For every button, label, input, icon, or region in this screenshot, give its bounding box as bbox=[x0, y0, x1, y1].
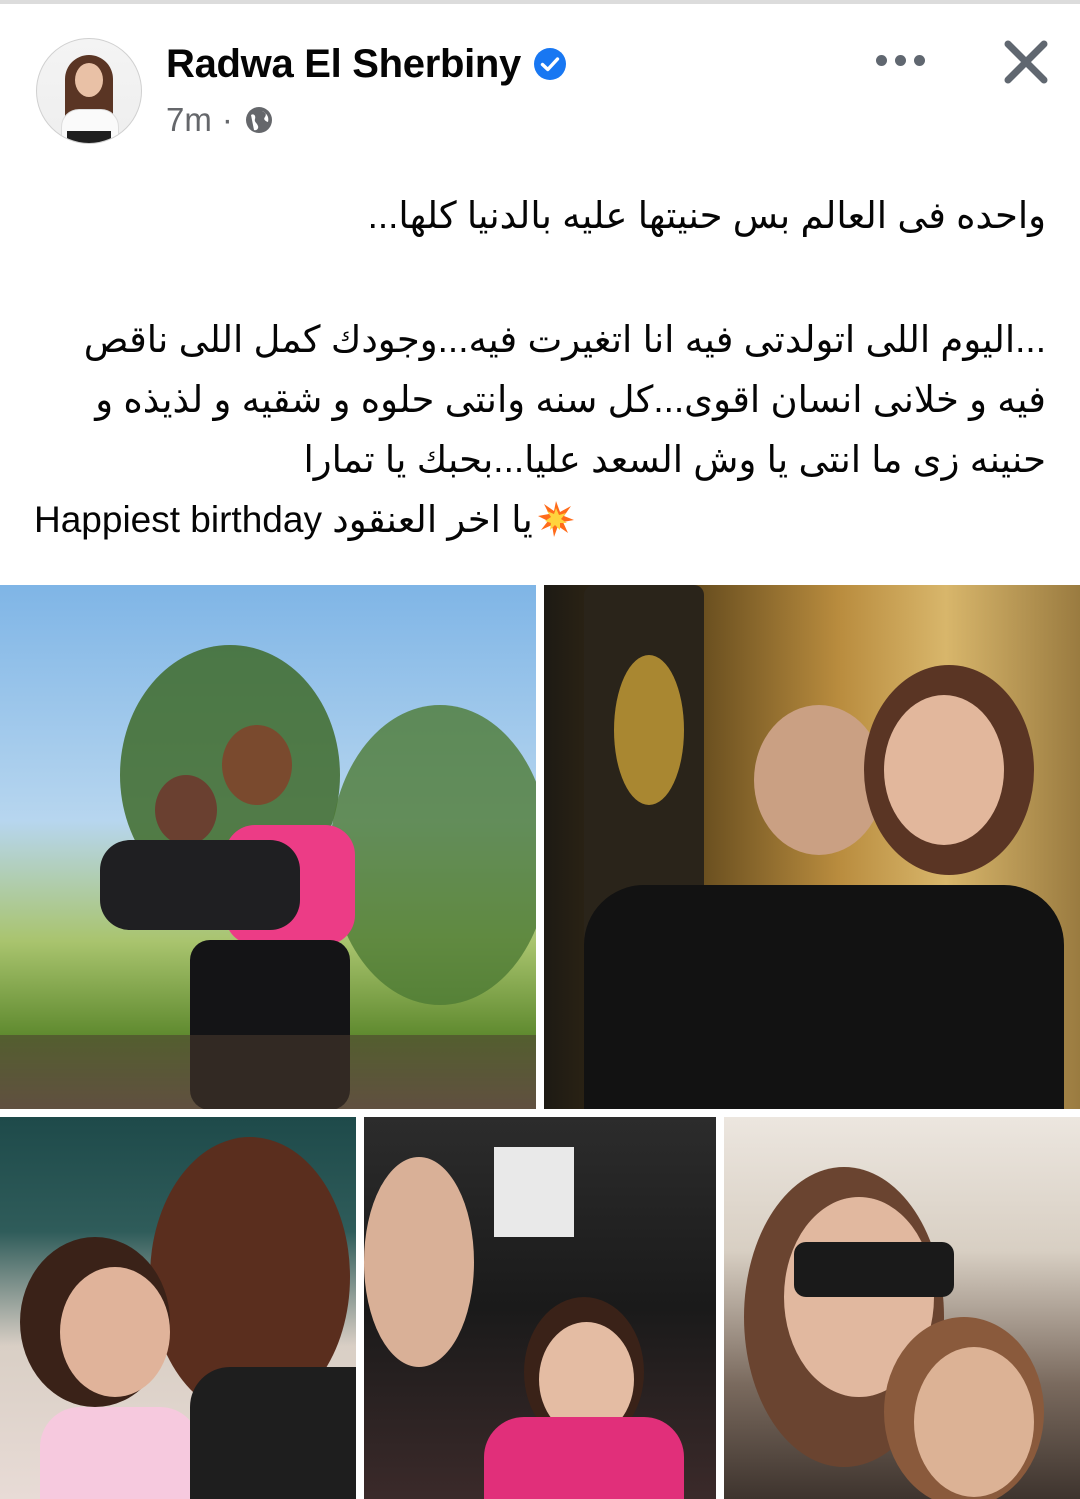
avatar[interactable] bbox=[36, 38, 142, 144]
post-line-4: حنينه زى ما انتى يا وش السعد عليا...بحبك… bbox=[303, 439, 1046, 480]
post-photo-4[interactable] bbox=[364, 1117, 716, 1499]
collision-icon bbox=[537, 501, 574, 537]
arabic-phrase: يا اخر العنقود bbox=[332, 499, 533, 540]
post-line-3: فيه و خلانى انسان اقوى...كل سنه وانتى حل… bbox=[95, 379, 1046, 420]
avatar-belt bbox=[67, 131, 111, 143]
post-photo-2[interactable] bbox=[544, 585, 1080, 1109]
black-top bbox=[190, 1367, 356, 1499]
author-name[interactable]: Radwa El Sherbiny bbox=[166, 42, 521, 87]
close-icon[interactable] bbox=[998, 34, 1054, 90]
child-head bbox=[155, 775, 217, 845]
dot bbox=[894, 54, 906, 66]
post-line-2: ...اليوم اللى اتولدتى فيه انا اتغيرت فيه… bbox=[83, 319, 1046, 360]
dark-outfits bbox=[584, 885, 1064, 1109]
globe-icon[interactable] bbox=[243, 104, 275, 136]
post-line-1: واحده فى العالم بس حنيتها عليه بالدنيا ك… bbox=[367, 195, 1046, 236]
post-photo-5[interactable] bbox=[724, 1117, 1080, 1499]
artwork-glow bbox=[614, 655, 684, 805]
bench bbox=[0, 1035, 536, 1109]
dot bbox=[875, 54, 887, 66]
post-photo-3[interactable] bbox=[0, 1117, 356, 1499]
dot bbox=[913, 54, 925, 66]
girl-face bbox=[60, 1267, 170, 1397]
post-time[interactable]: 7m bbox=[166, 101, 212, 139]
post-text: واحده فى العالم بس حنيتها عليه بالدنيا ك… bbox=[34, 186, 1046, 550]
verified-badge-icon bbox=[534, 48, 566, 80]
bush-shape bbox=[330, 705, 536, 1005]
avatar-face bbox=[75, 63, 103, 97]
post-photo-1[interactable] bbox=[0, 585, 536, 1109]
post-line-5: Happiest birthday يا اخر العنقود bbox=[34, 490, 1046, 550]
woman-head bbox=[222, 725, 292, 805]
child-outfit bbox=[100, 840, 300, 930]
sunglasses bbox=[794, 1242, 954, 1297]
birthday-text: Happiest birthday bbox=[34, 499, 322, 540]
girl-face bbox=[914, 1347, 1034, 1497]
top-divider bbox=[0, 0, 1080, 4]
girl-face bbox=[364, 1157, 474, 1367]
meta-separator: · bbox=[221, 101, 233, 138]
pink-top bbox=[484, 1417, 684, 1499]
post-meta: 7m · bbox=[166, 98, 275, 142]
author-row: Radwa El Sherbiny bbox=[166, 40, 567, 88]
woman-face bbox=[884, 695, 1004, 845]
shelf bbox=[494, 1147, 574, 1237]
pink-shirt bbox=[40, 1407, 200, 1499]
more-options-button[interactable] bbox=[860, 40, 940, 80]
